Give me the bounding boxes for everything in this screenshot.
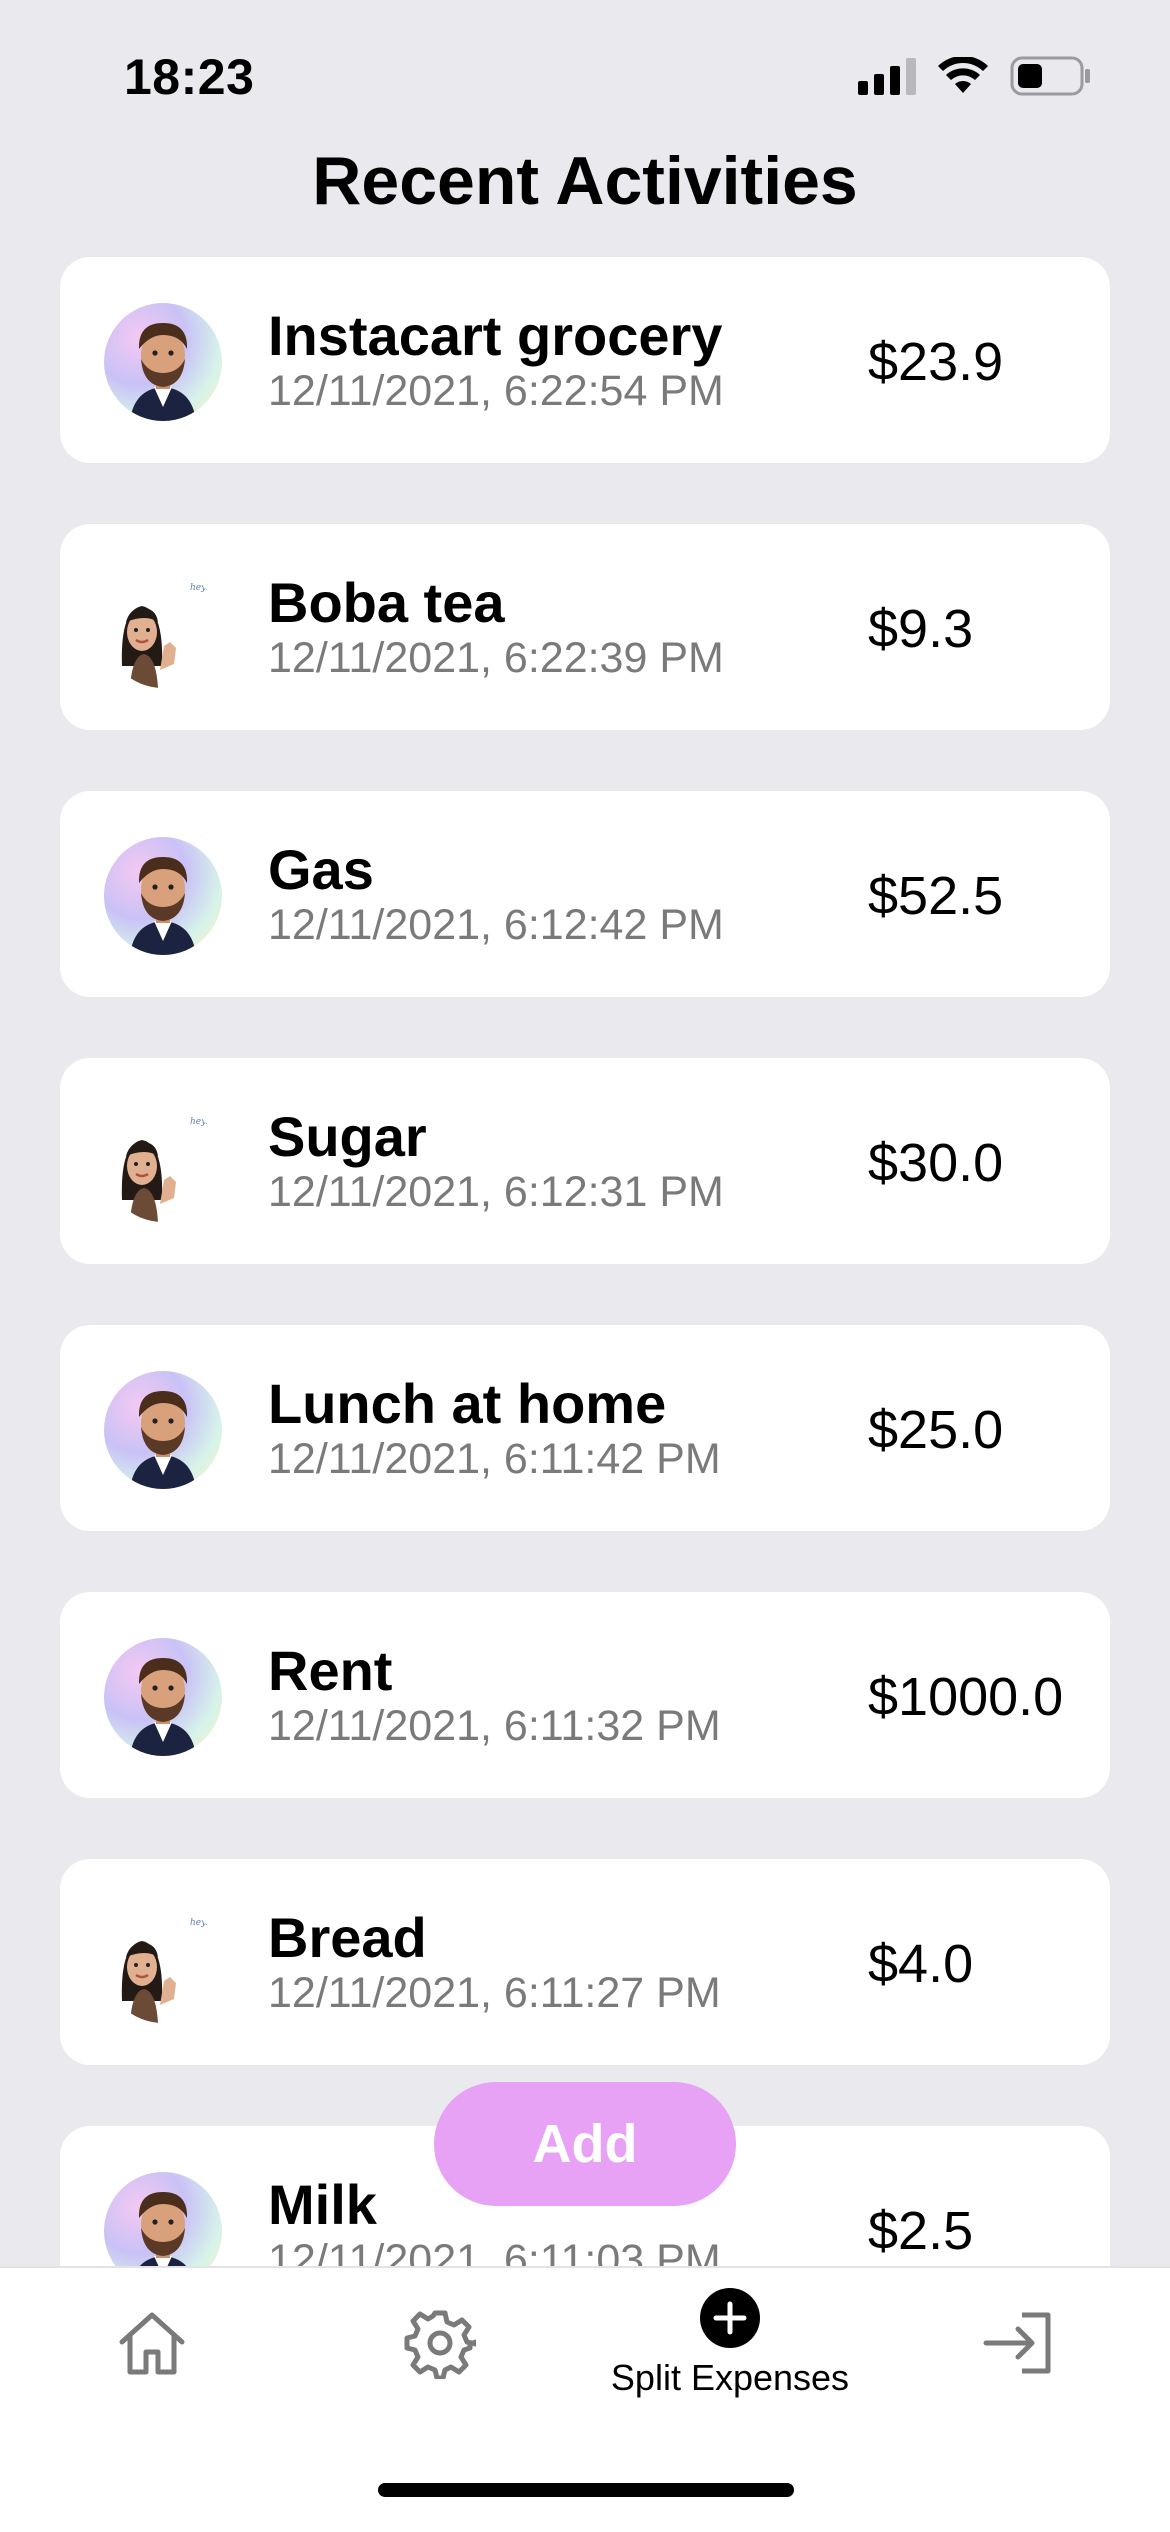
activity-amount: $1000.0 [868, 1667, 1064, 1727]
activity-card[interactable]: hey. Bread 12/11/2021, 6:11:27 PM $4.0 [60, 1859, 1110, 2065]
cellular-signal-icon [858, 57, 916, 95]
screen: 18:23 Recent Activities Instacart grocer… [0, 0, 1170, 2532]
activity-timestamp: 12/11/2021, 6:22:39 PM [268, 634, 724, 682]
activity-timestamp: 12/11/2021, 6:22:54 PM [268, 367, 724, 415]
woman-avatar: hey. [104, 570, 222, 688]
wifi-icon [938, 57, 988, 93]
activity-list[interactable]: Instacart grocery 12/11/2021, 6:22:54 PM… [60, 257, 1110, 2393]
logout-icon [983, 2312, 1051, 2374]
home-indicator [378, 2483, 794, 2497]
activity-card[interactable]: Lunch at home 12/11/2021, 6:11:42 PM $25… [60, 1325, 1110, 1531]
activity-name: Sugar [268, 1105, 427, 1168]
activity-card[interactable]: hey. Sugar 12/11/2021, 6:12:31 PM $30.0 [60, 1058, 1110, 1264]
add-button[interactable]: Add [434, 2082, 736, 2206]
activity-timestamp: 12/11/2021, 6:12:42 PM [268, 901, 724, 949]
activity-name: Instacart grocery [268, 304, 723, 367]
activity-name: Lunch at home [268, 1372, 667, 1435]
activity-card[interactable]: Gas 12/11/2021, 6:12:42 PM $52.5 [60, 791, 1110, 997]
man-avatar [104, 837, 222, 955]
plus-circle-icon [700, 2288, 760, 2348]
woman-avatar: hey. [104, 1905, 222, 2023]
activity-amount: $52.5 [868, 866, 1004, 926]
gear-icon [404, 2310, 476, 2379]
man-avatar [104, 1371, 222, 1489]
activity-timestamp: 12/11/2021, 6:11:42 PM [268, 1435, 721, 1483]
man-avatar [104, 1638, 222, 1756]
svg-text:hey.: hey. [190, 1117, 208, 1127]
activity-card[interactable]: Instacart grocery 12/11/2021, 6:22:54 PM… [60, 257, 1110, 463]
status-time: 18:23 [124, 49, 255, 105]
home-icon [119, 2312, 185, 2375]
activity-name: Milk [268, 2173, 377, 2236]
activity-card[interactable]: Rent 12/11/2021, 6:11:32 PM $1000.0 [60, 1592, 1110, 1798]
tab-split-expenses[interactable]: Split Expenses [580, 2268, 880, 2418]
man-avatar [104, 303, 222, 421]
activity-amount: $2.5 [868, 2201, 974, 2261]
activity-timestamp: 12/11/2021, 6:12:31 PM [268, 1168, 724, 1216]
tab-home[interactable] [92, 2268, 212, 2418]
status-icons [858, 56, 1092, 96]
activity-amount: $9.3 [868, 599, 974, 659]
tab-settings[interactable] [380, 2268, 500, 2418]
page-title: Recent Activities [312, 143, 858, 219]
activity-amount: $4.0 [868, 1934, 974, 1994]
svg-text:hey.: hey. [190, 1918, 208, 1928]
tab-logout[interactable] [958, 2268, 1078, 2418]
status-bar: 18:23 [0, 0, 1170, 140]
activity-name: Gas [268, 838, 374, 901]
activity-amount: $30.0 [868, 1133, 1004, 1193]
svg-text:hey.: hey. [190, 583, 208, 593]
battery-icon [1010, 56, 1090, 96]
activity-name: Bread [268, 1906, 427, 1969]
woman-avatar: hey. [104, 1104, 222, 1222]
activity-timestamp: 12/11/2021, 6:11:27 PM [268, 1969, 721, 2017]
activity-timestamp: 12/11/2021, 6:11:32 PM [268, 1702, 721, 1750]
activity-name: Boba tea [268, 571, 505, 634]
activity-name: Rent [268, 1639, 393, 1702]
tab-split-label: Split Expenses [610, 2357, 850, 2398]
activity-amount: $25.0 [868, 1400, 1004, 1460]
activity-card[interactable]: hey. Boba tea 12/11/2021, 6:22:39 PM $9.… [60, 524, 1110, 730]
activity-amount: $23.9 [868, 332, 1004, 392]
